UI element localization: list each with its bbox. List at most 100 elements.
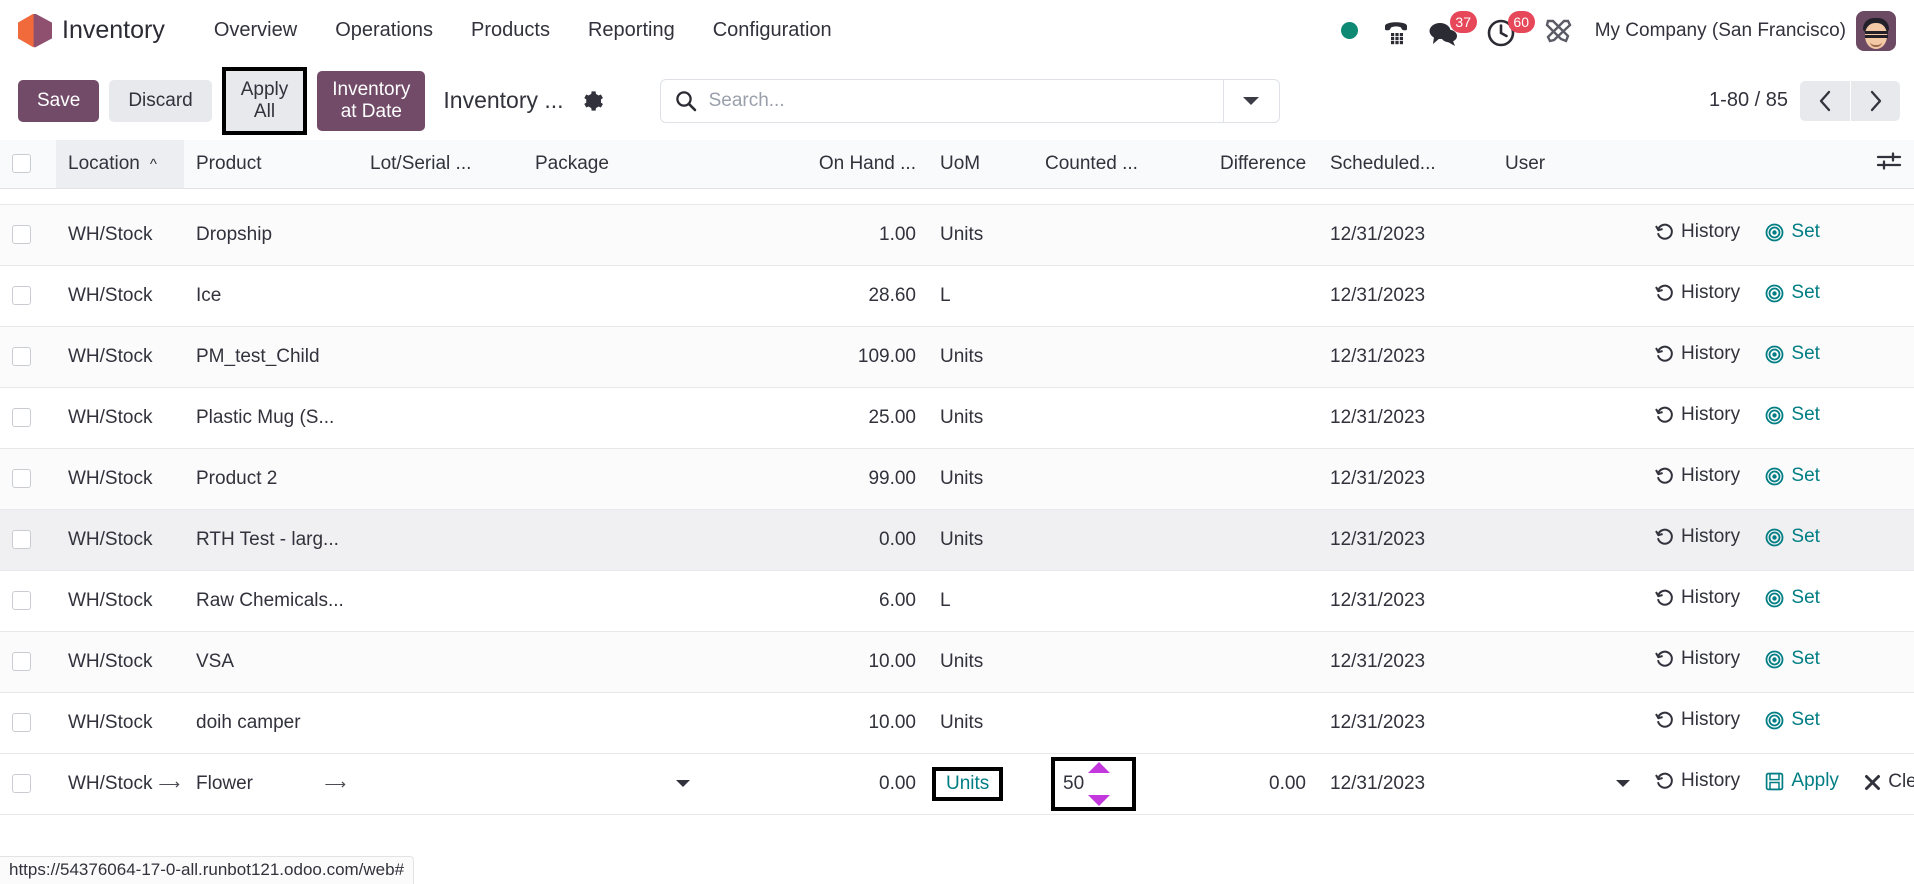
set-button[interactable]: Set [1765,648,1820,670]
history-button[interactable]: History [1655,465,1740,487]
pager-previous-button[interactable] [1800,80,1850,121]
row-checkbox[interactable] [12,651,31,671]
menu-item-products[interactable]: Products [452,11,569,50]
row-checkbox-cell[interactable] [0,265,56,327]
row-checkbox-cell[interactable] [0,631,56,693]
table-row[interactable]: WH/Stock Ice 28.60 L 12/31/2023 History [0,265,1914,327]
column-header-location[interactable]: Location ^ [56,140,184,189]
row-checkbox-cell[interactable] [0,692,56,754]
table-row[interactable]: WH/Stock Dropship 1.00 Units 12/31/2023 … [0,204,1914,266]
row-checkbox[interactable] [12,590,31,610]
clear-button[interactable]: Clear [1864,771,1914,793]
history-button[interactable]: History [1655,648,1740,670]
row-checkbox[interactable] [12,468,31,488]
internal-link-arrow-icon[interactable]: ⟶ [158,775,180,793]
phone-dialpad-icon[interactable] [1373,9,1419,53]
select-all-checkbox[interactable] [12,154,31,174]
row-checkbox[interactable] [12,529,31,549]
set-button[interactable]: Set [1765,221,1820,243]
table-row[interactable]: WH/Stock RTH Test - larg... 0.00 Units 1… [0,509,1914,571]
set-button[interactable]: Set [1765,587,1820,609]
history-button[interactable]: History [1655,526,1740,548]
cell-scheduled-editable[interactable]: 12/31/2023 [1318,752,1493,815]
table-row-partial[interactable] [0,188,1914,205]
cell-user-editable[interactable] [1493,752,1643,815]
column-header-package[interactable]: Package [523,140,703,189]
menu-item-reporting[interactable]: Reporting [569,11,694,50]
discard-button[interactable]: Discard [109,79,212,122]
search-input[interactable] [706,88,1209,113]
column-header-on-hand[interactable]: On Hand ... [703,140,928,189]
row-checkbox-cell[interactable] [0,448,56,510]
gear-icon[interactable] [578,87,606,115]
package-dropdown-caret-icon[interactable] [675,776,691,793]
set-button[interactable]: Set [1765,709,1820,731]
table-row[interactable]: WH/Stock PM_test_Child 109.00 Units 12/3… [0,326,1914,388]
row-checkbox-cell[interactable] [0,752,56,815]
pager-next-button[interactable] [1850,80,1900,121]
inventory-at-date-button[interactable]: Inventory at Date [317,70,426,131]
company-switcher[interactable]: My Company (San Francisco) [1595,20,1846,42]
row-checkbox[interactable] [12,285,31,305]
set-button[interactable]: Set [1765,343,1820,365]
row-checkbox[interactable] [12,224,31,244]
counted-quantity-input[interactable]: 50 [1051,756,1136,811]
row-checkbox[interactable] [12,346,31,366]
column-header-product[interactable]: Product [184,140,358,189]
apply-button[interactable]: Apply [1765,770,1839,792]
row-checkbox[interactable] [12,773,31,793]
cell-location-editable[interactable]: WH/Stock ⟶ [56,752,184,815]
pager-count[interactable]: 1-80 / 85 [1709,89,1788,112]
apply-all-button[interactable]: Apply All [225,70,304,131]
table-row[interactable]: WH/Stock Plastic Mug (S... 25.00 Units 1… [0,387,1914,449]
column-header-user[interactable]: User [1493,140,1643,189]
column-header-counted[interactable]: Counted ... [1033,140,1208,189]
set-button[interactable]: Set [1765,526,1820,548]
presence-dot-icon[interactable] [1327,9,1373,53]
inventory-list-container[interactable]: Location ^ Product Lot/Serial ... Package… [0,140,1914,884]
column-header-scheduled[interactable]: Scheduled... [1318,140,1493,189]
spinner-down-icon[interactable] [1088,794,1110,806]
app-brand-name[interactable]: Inventory [62,16,165,45]
row-checkbox[interactable] [12,407,31,427]
cell-lot-editable[interactable] [358,752,523,815]
user-dropdown-caret-icon[interactable] [1615,776,1631,793]
column-header-uom[interactable]: UoM [928,140,1033,189]
row-checkbox-cell[interactable] [0,204,56,266]
column-header-optional-toggle[interactable] [1643,140,1914,189]
history-button[interactable]: History [1655,404,1740,426]
history-button[interactable]: History [1655,282,1740,304]
column-header-difference[interactable]: Difference [1208,140,1318,189]
uom-selection-box[interactable]: Units [932,766,1004,801]
history-button[interactable]: History [1655,770,1740,792]
user-avatar-icon[interactable] [1856,10,1896,51]
menu-item-operations[interactable]: Operations [316,11,452,50]
activities-menu-button[interactable]: 60 [1477,9,1535,53]
messages-menu-button[interactable]: 37 [1419,9,1477,53]
table-row[interactable]: WH/Stock Raw Chemicals... 6.00 L 12/31/2… [0,570,1914,632]
row-checkbox-cell[interactable] [0,188,56,205]
row-checkbox[interactable] [12,712,31,732]
history-button[interactable]: History [1655,709,1740,731]
row-checkbox-cell[interactable] [0,509,56,571]
history-button[interactable]: History [1655,343,1740,365]
internal-link-arrow-icon[interactable]: ⟶ [324,775,346,793]
table-row-editing[interactable]: WH/Stock ⟶ Flower ⟶ 0.00 Units 50 0.00 1… [0,752,1914,815]
row-checkbox-cell[interactable] [0,387,56,449]
menu-item-overview[interactable]: Overview [195,11,316,50]
search-input-wrapper[interactable] [661,80,1223,122]
history-button[interactable]: History [1655,587,1740,609]
menu-item-configuration[interactable]: Configuration [694,11,851,50]
cell-product-editable[interactable]: Flower ⟶ [184,752,358,815]
set-button[interactable]: Set [1765,282,1820,304]
save-button[interactable]: Save [18,79,100,122]
set-button[interactable]: Set [1765,404,1820,426]
history-button[interactable]: History [1655,221,1740,243]
set-button[interactable]: Set [1765,465,1820,487]
cell-counted-editable[interactable]: 50 [1033,752,1208,815]
cell-uom-editable[interactable]: Units [928,752,1033,815]
search-dropdown-toggle[interactable] [1222,79,1279,122]
counted-spinner[interactable] [1088,761,1110,807]
row-checkbox-cell[interactable] [0,326,56,388]
column-header-lot-serial[interactable]: Lot/Serial ... [358,140,523,189]
